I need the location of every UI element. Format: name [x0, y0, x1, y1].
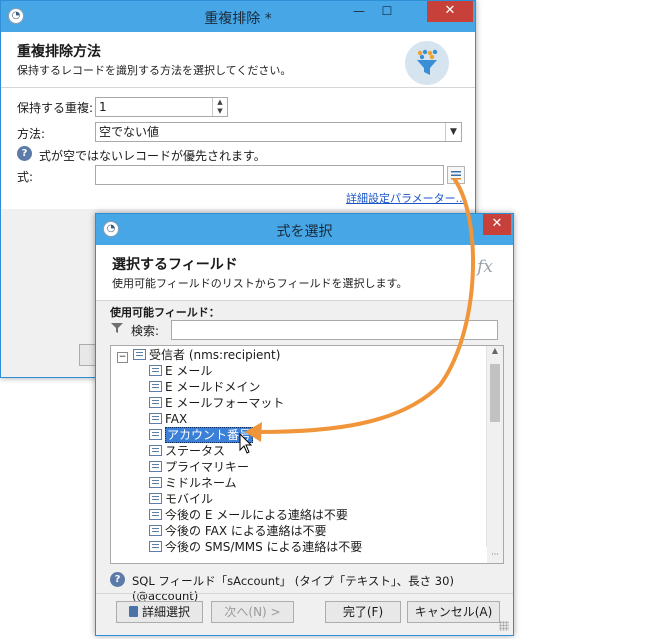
field-icon — [149, 541, 162, 552]
main-title: 重複排除 * — [204, 11, 272, 27]
funnel-icon — [405, 41, 449, 85]
method-info-text: 式が空ではないレコードが優先されます。 — [39, 149, 266, 163]
method-value: 空でない値 — [99, 125, 160, 139]
detail-select-label: 詳細選択 — [141, 605, 190, 619]
info-icon: ? — [110, 572, 125, 587]
tree-item-label: プライマリキー — [165, 460, 250, 474]
finish-button[interactable]: 完了(F) — [325, 601, 401, 623]
expr-subheading: 使用可能フィールドのリストからフィールドを選択します。 — [112, 277, 408, 290]
tree-item[interactable]: 今後の FAX による連絡は不要 — [149, 523, 327, 539]
main-subheading: 保持するレコードを識別する方法を選択してください。 — [17, 64, 292, 77]
expression-edit-icon[interactable] — [447, 166, 465, 184]
expression-input[interactable] — [95, 165, 444, 185]
maximize-button[interactable]: ☐ — [373, 1, 401, 22]
tree-item[interactable]: E メール — [149, 363, 212, 379]
tree-item[interactable]: ミドルネーム — [149, 475, 237, 491]
tree-item[interactable]: E メールフォーマット — [149, 395, 284, 411]
field-icon — [149, 365, 162, 376]
tree-item[interactable]: アカウント番号 — [149, 427, 254, 443]
tree-item[interactable]: FAX — [149, 411, 187, 427]
select-expression-dialog: ◔ 式を選択 ✕ 選択するフィールド 使用可能フィールドのリストからフィールドを… — [95, 213, 514, 636]
tree-item-label: ミドルネーム — [165, 476, 237, 490]
cancel-button[interactable]: キャンセル(A) — [407, 601, 500, 623]
tree-item-label: 今後の SMS/MMS による連絡は不要 — [165, 540, 363, 554]
fx-icon: fx — [477, 257, 493, 277]
tree-item[interactable]: 今後の SMS/MMS による連絡は不要 — [149, 539, 362, 555]
available-fields-label: 使用可能フィールド： — [110, 306, 220, 319]
field-icon — [149, 413, 162, 424]
expr-title: 式を選択 — [276, 224, 333, 240]
field-icon — [149, 445, 162, 456]
more-options-icon[interactable]: ··· — [487, 547, 503, 563]
main-titlebar[interactable]: ◔ 重複排除 * — ☐ ✕ — [1, 1, 475, 32]
spin-down-icon[interactable]: ▼ — [213, 107, 227, 116]
field-icon — [149, 429, 162, 440]
search-input[interactable] — [171, 320, 498, 340]
tree-root[interactable]: − 受信者 (nms:recipient) — [117, 347, 280, 363]
method-label: 方法: — [17, 127, 46, 141]
expr-header: 選択するフィールド 使用可能フィールドのリストからフィールドを選択します。 fx — [96, 245, 513, 301]
detail-select-button[interactable]: 詳細選択 — [116, 601, 203, 623]
info-icon: ? — [17, 146, 32, 161]
tree-item-label: 今後の FAX による連絡は不要 — [165, 524, 327, 538]
field-tree[interactable]: − 受信者 (nms:recipient) E メール E メールドメイン E メール… — [110, 345, 504, 564]
field-icon — [149, 461, 162, 472]
clipboard-icon — [128, 606, 138, 617]
tree-item[interactable]: E メールドメイン — [149, 379, 260, 395]
keep-stepper[interactable]: 1 ▲ ▼ — [95, 97, 228, 117]
next-button[interactable]: 次へ(N) > — [211, 601, 294, 623]
close-button[interactable]: ✕ — [427, 1, 473, 22]
tree-item-label: ステータス — [165, 444, 226, 458]
resize-grip[interactable] — [499, 621, 509, 631]
field-icon — [149, 477, 162, 488]
close-button[interactable]: ✕ — [483, 214, 511, 235]
keep-spin[interactable]: ▲ ▼ — [212, 98, 227, 116]
spin-up-icon[interactable]: ▲ — [213, 98, 227, 107]
tree-root-label: 受信者 (nms:recipient) — [149, 348, 281, 362]
field-icon — [149, 397, 162, 408]
expr-body: 使用可能フィールド： 検索: − 受信者 (nms:recipient) E メー… — [96, 301, 513, 635]
method-dropdown[interactable]: 空でない値 ▼ — [95, 122, 462, 142]
field-status-text: SQL フィールド「sAccount」 (タイプ「テキスト」、長さ 30) (@… — [132, 574, 454, 603]
scroll-up-icon[interactable]: ▲ — [487, 346, 503, 360]
scroll-thumb[interactable] — [490, 364, 500, 422]
schema-icon — [133, 349, 146, 360]
field-icon — [149, 525, 162, 536]
search-label: 検索: — [131, 324, 160, 338]
tree-item-label: E メールフォーマット — [165, 396, 285, 410]
field-icon — [149, 509, 162, 520]
filter-icon — [110, 321, 124, 338]
minimize-button[interactable]: — — [345, 1, 373, 22]
vertical-scrollbar[interactable]: ▲ — [486, 346, 503, 547]
field-icon — [149, 493, 162, 504]
chevron-down-icon[interactable]: ▼ — [445, 123, 461, 141]
expr-heading: 選択するフィールド — [112, 257, 238, 273]
main-header: 重複排除方法 保持するレコードを識別する方法を選択してください。 — [1, 32, 475, 88]
tree-item-label: E メール — [165, 364, 213, 378]
advanced-parameters-link[interactable]: 詳細設定パラメーター... — [346, 190, 466, 206]
tree-item[interactable]: ステータス — [149, 443, 225, 459]
tree-item-label: E メールドメイン — [165, 380, 261, 394]
tree-item[interactable]: プライマリキー — [149, 459, 249, 475]
expr-titlebar[interactable]: ◔ 式を選択 ✕ — [96, 214, 513, 245]
main-heading: 重複排除方法 — [17, 44, 101, 60]
keep-label: 保持する重複: — [17, 101, 94, 115]
tree-item-label: 今後の E メールによる連絡は不要 — [165, 508, 348, 522]
collapse-icon[interactable]: − — [117, 352, 128, 363]
mouse-cursor-icon — [239, 433, 253, 454]
tree-item-label: モバイル — [165, 492, 214, 506]
tree-item[interactable]: モバイル — [149, 491, 213, 507]
field-icon — [149, 381, 162, 392]
tree-item-label: FAX — [165, 412, 188, 426]
expression-label: 式: — [17, 170, 34, 184]
tree-item[interactable]: 今後の E メールによる連絡は不要 — [149, 507, 348, 523]
keep-value: 1 — [99, 100, 107, 114]
footer-divider — [96, 593, 513, 594]
